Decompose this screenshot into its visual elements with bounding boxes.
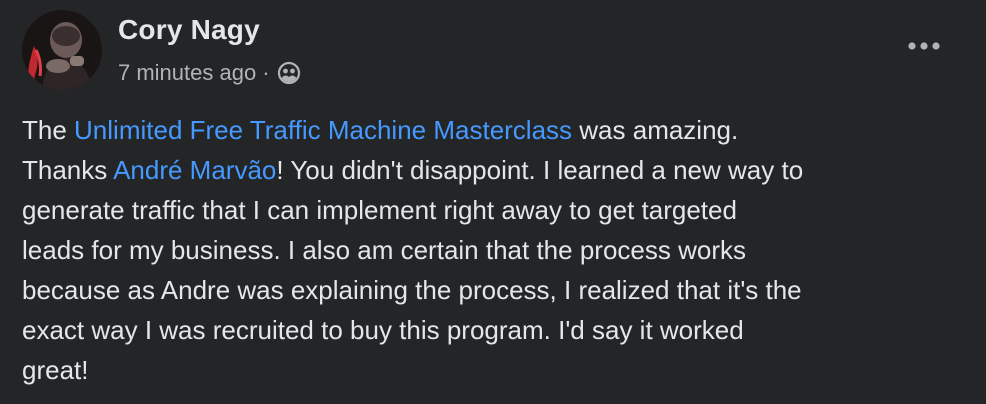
masterclass-link[interactable]: Unlimited Free Traffic Machine Mastercla… (74, 115, 572, 145)
text-segment: was amazing. (572, 115, 739, 145)
text-segment: The (22, 115, 75, 145)
text-segment: ! You didn't disappoint. I learned a new… (276, 155, 804, 185)
friends-globe-icon[interactable] (276, 60, 302, 86)
text-segment: Thanks (22, 155, 114, 185)
post-body: The Unlimited Free Traffic Machine Maste… (22, 110, 967, 390)
post-line-7: great! (22, 355, 89, 385)
mention-link[interactable]: André Marvão (113, 155, 276, 185)
more-options-button[interactable] (904, 32, 944, 60)
facebook-comment-post: Cory Nagy 7 minutes ago · The Unlimited … (0, 0, 986, 404)
post-line-1: The Unlimited Free Traffic Machine Maste… (22, 110, 967, 150)
post-line-3: generate traffic that I can implement ri… (22, 195, 737, 225)
ellipsis-icon (908, 42, 940, 50)
post-line-4: leads for my business. I also am certain… (22, 235, 746, 265)
author-name[interactable]: Cory Nagy (118, 14, 260, 46)
post-line-5: because as Andre was explaining the proc… (22, 275, 802, 305)
timestamp[interactable]: 7 minutes ago (118, 60, 256, 86)
avatar[interactable] (22, 10, 102, 90)
post-line-6: exact way I was recruited to buy this pr… (22, 315, 744, 345)
post-meta: 7 minutes ago · (118, 58, 302, 88)
meta-separator: · (262, 60, 270, 85)
avatar-photo (22, 10, 102, 90)
post-line-2: Thanks André Marvão! You didn't disappoi… (22, 150, 967, 190)
